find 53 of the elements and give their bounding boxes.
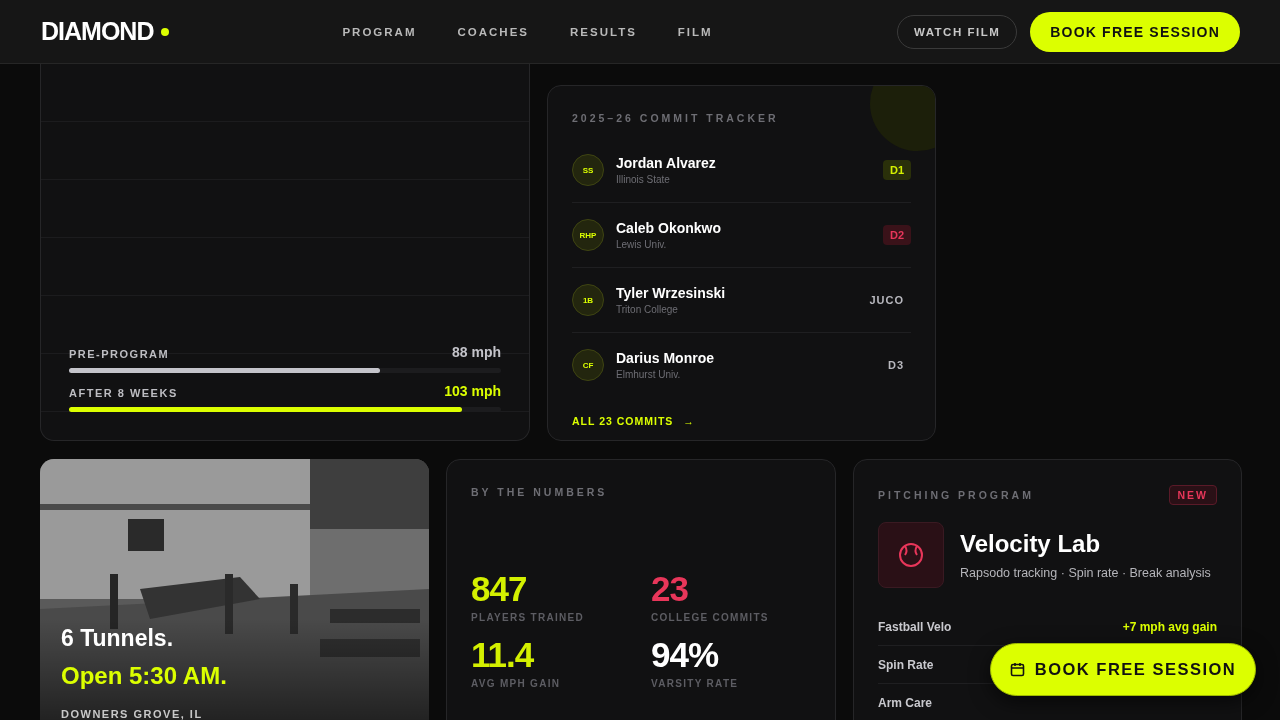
logo-dot-icon — [161, 27, 170, 36]
position-avatar: SS — [572, 154, 604, 186]
nav-link[interactable]: FILM — [677, 25, 713, 38]
speed-reading: 88 mph — [452, 344, 501, 360]
school-name: Elmhurst Univ. — [616, 369, 682, 380]
new-badge: NEW — [1168, 485, 1217, 505]
arrow-icon: → — [683, 415, 695, 427]
nav-link[interactable]: RESULTS — [570, 25, 637, 38]
metric-label: Spin Rate — [878, 657, 934, 672]
school-name: Lewis Univ. — [616, 239, 668, 250]
speed-reading: 103 mph — [444, 383, 501, 399]
metric-value: +7 mph avg gain — [1122, 619, 1217, 634]
player-name: Jordan Alvarez — [616, 155, 717, 171]
division-tag: D1 — [882, 160, 911, 180]
stat-value: 11.4 — [471, 637, 535, 672]
book-session-button[interactable]: BOOK FREE SESSION — [1030, 11, 1240, 52]
stat-value: 847 — [471, 571, 528, 606]
position-avatar: 1B — [572, 284, 604, 316]
player-name: Caleb Okonkwo — [616, 220, 723, 236]
card-title: BY THE NUMBERS — [471, 486, 609, 498]
all-commits-link[interactable]: ALL 23 COMMITS → — [572, 415, 695, 427]
baseball-icon — [878, 522, 944, 588]
facility-location: DOWNERS GROVE, IL — [61, 708, 204, 720]
card-title: 2025–26 COMMIT TRACKER — [572, 112, 780, 124]
nav-link[interactable]: PROGRAM — [342, 25, 417, 38]
division-tag: D3 — [880, 355, 911, 375]
stat-value: 23 — [651, 571, 689, 606]
facility-headline: 6 Tunnels. — [61, 625, 175, 652]
program-name: Velocity Lab — [960, 530, 1102, 558]
school-name: Triton College — [616, 304, 679, 315]
stat-label: VARSITY RATE — [651, 678, 740, 689]
calendar-icon — [1009, 662, 1025, 677]
book-session-button[interactable]: BOOK FREE SESSION — [990, 643, 1256, 696]
school-name: Illinois State — [616, 174, 671, 185]
logo[interactable]: DIAMOND — [41, 17, 154, 46]
facility-hours: Open 5:30 AM. — [61, 662, 227, 690]
metric-label: Arm Care — [878, 695, 933, 710]
stat-value: 94% — [651, 637, 720, 672]
position-avatar: RHP — [572, 219, 604, 251]
division-tag: D2 — [882, 225, 911, 245]
metric-label: Fastball Velo — [878, 619, 952, 634]
stat-label: COLLEGE COMMITS — [651, 612, 770, 623]
bar-label: PRE-PROGRAM — [69, 348, 170, 360]
stat-label: AVG MPH GAIN — [471, 678, 562, 689]
position-avatar: CF — [572, 349, 604, 381]
program-description: Rapsodo tracking · Spin rate · Break analysis — [960, 566, 1211, 580]
player-name: Tyler Wrzesinski — [616, 285, 727, 301]
player-name: Darius Monroe — [616, 350, 715, 366]
card-title: PITCHING PROGRAM — [878, 489, 1034, 501]
division-tag: JUCO — [862, 290, 911, 310]
bar-label: AFTER 8 WEEKS — [69, 387, 178, 399]
nav-link[interactable]: COACHES — [457, 25, 529, 38]
stat-label: PLAYERS TRAINED — [471, 612, 586, 623]
